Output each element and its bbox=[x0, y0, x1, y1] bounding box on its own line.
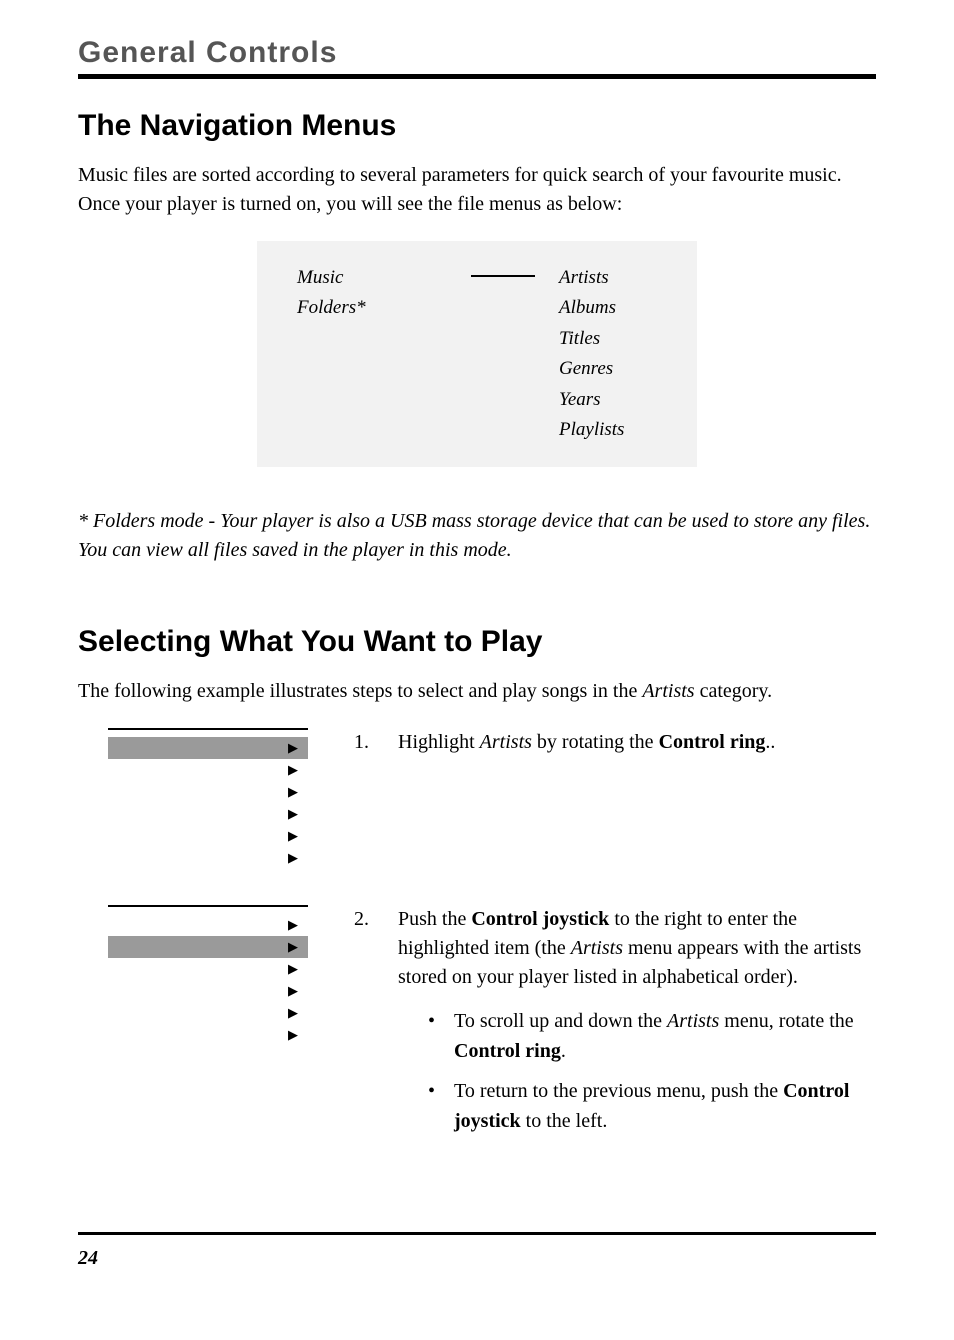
menu-right-item: Playlists bbox=[559, 415, 624, 445]
mini-menu-row: ▶ bbox=[108, 803, 308, 825]
selecting-intro-post: category. bbox=[695, 680, 773, 702]
mini-menu-illustration: ▶ ▶ ▶ ▶ ▶ ▶ bbox=[108, 905, 308, 1046]
step-2-text: 2. Push the Control joystick to the righ… bbox=[354, 905, 876, 1146]
mini-menu-row: ▶ bbox=[108, 914, 308, 936]
menu-diagram: Music Folders* Artists Albums Titles Gen… bbox=[257, 241, 697, 467]
footer-rule bbox=[78, 1232, 876, 1235]
bullet-item: • To return to the previous menu, push t… bbox=[428, 1076, 876, 1136]
mini-menu-row: ▶ bbox=[108, 847, 308, 869]
menu-col-left: Music Folders* bbox=[297, 263, 447, 324]
menu-right-item: Years bbox=[559, 385, 624, 415]
step-body: Highlight Artists by rotating the Contro… bbox=[398, 728, 876, 757]
b2-post: to the left. bbox=[521, 1110, 608, 1132]
page-number: 24 bbox=[78, 1247, 876, 1270]
b1-mid: menu, rotate the bbox=[719, 1010, 853, 1032]
step1-em: Artists bbox=[480, 731, 532, 753]
menu-right-item: Albums bbox=[559, 293, 624, 323]
step-1-block: ▶ ▶ ▶ ▶ ▶ ▶ 1. Highlight Artists by rota… bbox=[78, 728, 876, 869]
triangle-icon: ▶ bbox=[288, 961, 298, 977]
mini-menu-row-highlight: ▶ bbox=[108, 936, 308, 958]
triangle-icon: ▶ bbox=[288, 740, 298, 756]
menu-connector-line bbox=[471, 275, 535, 277]
mini-menu-rule bbox=[108, 728, 308, 730]
bullet-text: To scroll up and down the Artists menu, … bbox=[454, 1006, 876, 1066]
step2-em1: Artists bbox=[571, 937, 623, 959]
mini-menu-row: ▶ bbox=[108, 781, 308, 803]
step1-mid: by rotating the bbox=[532, 731, 659, 753]
b1-strong: Control ring bbox=[454, 1040, 561, 1062]
selecting-intro-pre: The following example illustrates steps … bbox=[78, 680, 642, 702]
page-footer: 24 bbox=[78, 1232, 876, 1270]
step-number: 2. bbox=[354, 905, 374, 1146]
mini-menu-row: ▶ bbox=[108, 980, 308, 1002]
step-2-block: ▶ ▶ ▶ ▶ ▶ ▶ 2. Push the Control joystick… bbox=[78, 905, 876, 1146]
b2-pre: To return to the previous menu, push the bbox=[454, 1080, 783, 1102]
b1-em: Artists bbox=[667, 1010, 719, 1032]
step1-pre: Highlight bbox=[398, 731, 480, 753]
triangle-icon: ▶ bbox=[288, 784, 298, 800]
step-1-text: 1. Highlight Artists by rotating the Con… bbox=[354, 728, 876, 757]
folders-footnote: * Folders mode - Your player is also a U… bbox=[78, 507, 876, 565]
mini-menu-illustration: ▶ ▶ ▶ ▶ ▶ ▶ bbox=[108, 728, 308, 869]
triangle-icon: ▶ bbox=[288, 917, 298, 933]
triangle-icon: ▶ bbox=[288, 1005, 298, 1021]
b1-post: . bbox=[561, 1040, 566, 1062]
triangle-icon: ▶ bbox=[288, 1027, 298, 1043]
bullet-dot: • bbox=[428, 1076, 442, 1136]
selecting-title: Selecting What You Want to Play bbox=[78, 625, 876, 659]
mini-menu-row: ▶ bbox=[108, 958, 308, 980]
mini-menu-row: ▶ bbox=[108, 759, 308, 781]
menu-left-item: Folders* bbox=[297, 293, 447, 323]
mini-menu-rule bbox=[108, 905, 308, 907]
triangle-icon: ▶ bbox=[288, 850, 298, 866]
triangle-icon: ▶ bbox=[288, 806, 298, 822]
section-rule bbox=[78, 74, 876, 79]
triangle-icon: ▶ bbox=[288, 762, 298, 778]
bullet-dot: • bbox=[428, 1006, 442, 1066]
step2-bullets: • To scroll up and down the Artists menu… bbox=[398, 1006, 876, 1136]
menu-left-item: Music bbox=[297, 263, 447, 293]
triangle-icon: ▶ bbox=[288, 828, 298, 844]
bullet-item: • To scroll up and down the Artists menu… bbox=[428, 1006, 876, 1066]
section-header: General Controls bbox=[78, 36, 876, 70]
step-number: 1. bbox=[354, 728, 374, 757]
nav-menus-title: The Navigation Menus bbox=[78, 109, 876, 143]
mini-menu-row: ▶ bbox=[108, 825, 308, 847]
step2-pre: Push the bbox=[398, 908, 471, 930]
step-body: Push the Control joystick to the right t… bbox=[398, 905, 876, 1146]
mini-menu-row-highlight: ▶ bbox=[108, 737, 308, 759]
step2-strong1: Control joystick bbox=[471, 908, 609, 930]
mini-menu-row: ▶ bbox=[108, 1024, 308, 1046]
triangle-icon: ▶ bbox=[288, 939, 298, 955]
step1-post: .. bbox=[765, 731, 775, 753]
menu-right-item: Genres bbox=[559, 354, 624, 384]
selecting-intro: The following example illustrates steps … bbox=[78, 677, 876, 706]
triangle-icon: ▶ bbox=[288, 983, 298, 999]
nav-menus-intro: Music files are sorted according to seve… bbox=[78, 161, 876, 219]
b1-pre: To scroll up and down the bbox=[454, 1010, 667, 1032]
mini-menu-row: ▶ bbox=[108, 1002, 308, 1024]
menu-right-item: Artists bbox=[559, 263, 624, 293]
step1-strong: Control ring bbox=[659, 731, 766, 753]
menu-right-item: Titles bbox=[559, 324, 624, 354]
selecting-intro-em: Artists bbox=[642, 680, 694, 702]
bullet-text: To return to the previous menu, push the… bbox=[454, 1076, 876, 1136]
menu-col-right: Artists Albums Titles Genres Years Playl… bbox=[559, 263, 624, 445]
